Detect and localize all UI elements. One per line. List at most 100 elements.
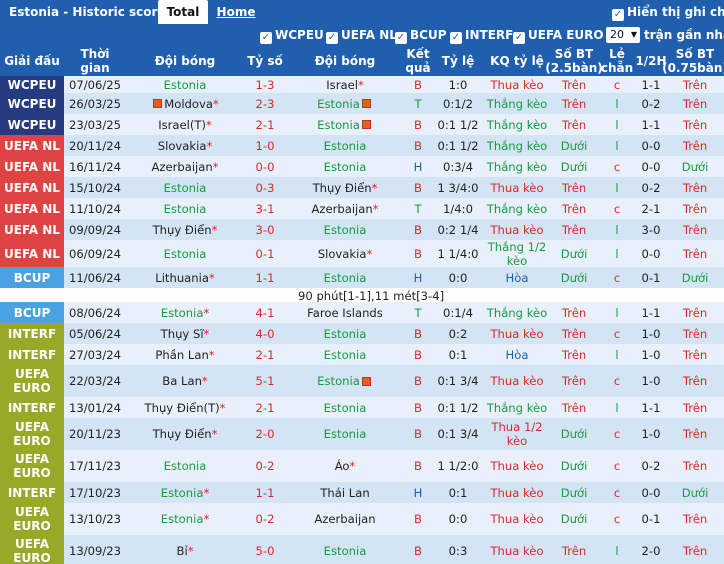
- away-team-cell[interactable]: Estonia: [286, 219, 404, 240]
- score-cell[interactable]: 0-2: [244, 503, 286, 535]
- table-row[interactable]: UEFA NL 06/09/24 Estonia 0-1 Slovakia * B 1 1/4…: [0, 240, 724, 268]
- score-cell[interactable]: 0-0: [244, 156, 286, 177]
- filter-interf[interactable]: ✓ INTERF: [450, 28, 513, 44]
- score-cell[interactable]: 2-1: [244, 114, 286, 135]
- odds-cell[interactable]: 0:2: [432, 323, 484, 344]
- home-team-cell[interactable]: Estonia: [126, 198, 244, 219]
- home-team-cell[interactable]: Estonia *: [126, 302, 244, 323]
- odds-cell[interactable]: 1 1/4:0: [432, 240, 484, 267]
- away-team-cell[interactable]: Estonia: [286, 365, 404, 397]
- home-team-cell[interactable]: Estonia *: [126, 503, 244, 535]
- odds-cell[interactable]: 0:3/4: [432, 156, 484, 177]
- table-row[interactable]: INTERF 13/01/24 Thụy Điển(T) * 2-1 Estonia B 0:…: [0, 397, 724, 418]
- table-row[interactable]: UEFA NL 09/09/24 Thụy Điển * 3-0 Estonia B 0:2 …: [0, 219, 724, 240]
- home-team-cell[interactable]: Estonia *: [126, 482, 244, 503]
- home-team-cell[interactable]: Slovakia *: [126, 135, 244, 156]
- odds-cell[interactable]: 1/4:0: [432, 198, 484, 219]
- odds-cell[interactable]: 0:1 1/2: [432, 397, 484, 418]
- table-row[interactable]: WCPEU 26/03/25 Moldova * 2-3 Estonia T 0:1/2 Thắ…: [0, 93, 724, 114]
- table-row[interactable]: UEFA EURO 22/03/24 Ba Lan * 5-1 Estonia B 0:1 3…: [0, 365, 724, 397]
- odds-cell[interactable]: 0:1/4: [432, 302, 484, 323]
- home-team-cell[interactable]: Estonia: [126, 450, 244, 482]
- score-cell[interactable]: 0-2: [244, 450, 286, 482]
- away-team-cell[interactable]: Estonia: [286, 535, 404, 564]
- checkbox-icon[interactable]: ✓: [513, 32, 525, 44]
- score-cell[interactable]: 5-0: [244, 535, 286, 564]
- home-team-cell[interactable]: Thụy Điển *: [126, 219, 244, 240]
- filter-uefa-euro[interactable]: ✓ UEFA EURO: [513, 28, 604, 44]
- score-cell[interactable]: 2-1: [244, 397, 286, 418]
- odds-cell[interactable]: 0:3: [432, 535, 484, 564]
- score-cell[interactable]: 4-1: [244, 302, 286, 323]
- table-row[interactable]: UEFA EURO 13/10/23 Estonia * 0-2 Azerbaijan B 0…: [0, 503, 724, 535]
- table-row[interactable]: UEFA NL 15/10/24 Estonia 0-3 Thụy Điển * B 1 3/…: [0, 177, 724, 198]
- score-cell[interactable]: 2-0: [244, 418, 286, 450]
- home-team-cell[interactable]: Ba Lan *: [126, 365, 244, 397]
- table-row[interactable]: INTERF 17/10/23 Estonia * 1-1 Thái Lan H 0:1 Thu…: [0, 482, 724, 503]
- home-team-cell[interactable]: Thụy Sĩ *: [126, 323, 244, 344]
- score-cell[interactable]: 3-0: [244, 219, 286, 240]
- away-team-cell[interactable]: Estonia: [286, 323, 404, 344]
- away-team-cell[interactable]: Estonia: [286, 135, 404, 156]
- checkbox-icon[interactable]: ✓: [395, 32, 407, 44]
- filter-bcup[interactable]: ✓ BCUP: [395, 28, 447, 44]
- home-team-cell[interactable]: Azerbaijan *: [126, 156, 244, 177]
- score-cell[interactable]: 1-3: [244, 76, 286, 93]
- checkbox-icon[interactable]: ✓: [612, 9, 624, 21]
- away-team-cell[interactable]: Estonia: [286, 418, 404, 450]
- home-team-cell[interactable]: Israel(T) *: [126, 114, 244, 135]
- table-row[interactable]: BCUP 08/06/24 Estonia * 4-1 Faroe Islands T 0:1…: [0, 302, 724, 323]
- checkbox-icon[interactable]: ✓: [326, 32, 338, 44]
- away-team-cell[interactable]: Thụy Điển *: [286, 177, 404, 198]
- table-row[interactable]: INTERF 27/03/24 Phần Lan * 2-1 Estonia B 0:1 Hòa…: [0, 344, 724, 365]
- away-team-cell[interactable]: Estonia: [286, 267, 404, 288]
- home-team-cell[interactable]: Bỉ *: [126, 535, 244, 564]
- away-team-cell[interactable]: Estonia: [286, 156, 404, 177]
- match-count-select[interactable]: 20 ▼: [606, 27, 640, 43]
- odds-cell[interactable]: 0:1 3/4: [432, 365, 484, 397]
- filter-wcpeu[interactable]: ✓ WCPEU: [260, 28, 324, 44]
- table-row[interactable]: UEFA EURO 13/09/23 Bỉ * 5-0 Estonia B 0:3 Thua k…: [0, 535, 724, 564]
- odds-cell[interactable]: 1 1/2:0: [432, 450, 484, 482]
- odds-cell[interactable]: 0:1 3/4: [432, 418, 484, 450]
- table-row[interactable]: UEFA NL 20/11/24 Slovakia * 1-0 Estonia B 0:1 1…: [0, 135, 724, 156]
- checkbox-icon[interactable]: ✓: [260, 32, 272, 44]
- table-row[interactable]: UEFA EURO 20/11/23 Thụy Điển * 2-0 Estonia B 0:…: [0, 418, 724, 450]
- home-team-cell[interactable]: Estonia: [126, 240, 244, 267]
- filter-uefa-nl[interactable]: ✓ UEFA NL: [326, 28, 397, 44]
- checkbox-icon[interactable]: ✓: [450, 32, 462, 44]
- home-team-cell[interactable]: Estonia: [126, 177, 244, 198]
- odds-cell[interactable]: 1:0: [432, 76, 484, 93]
- away-team-cell[interactable]: Azerbaijan *: [286, 198, 404, 219]
- odds-cell[interactable]: 0:1/2: [432, 93, 484, 114]
- score-cell[interactable]: 3-1: [244, 198, 286, 219]
- away-team-cell[interactable]: Israel *: [286, 76, 404, 93]
- table-row[interactable]: WCPEU 23/03/25 Israel(T) * 2-1 Estonia B 0:1 1/…: [0, 114, 724, 135]
- table-row[interactable]: BCUP 11/06/24 Lithuania * 1-1 Estonia H 0:0 Hòa D…: [0, 267, 724, 288]
- away-team-cell[interactable]: Slovakia *: [286, 240, 404, 267]
- away-team-cell[interactable]: Estonia: [286, 397, 404, 418]
- away-team-cell[interactable]: Áo *: [286, 450, 404, 482]
- home-team-cell[interactable]: Moldova *: [126, 93, 244, 114]
- away-team-cell[interactable]: Faroe Islands: [286, 302, 404, 323]
- tab-home[interactable]: Home: [216, 0, 256, 24]
- odds-cell[interactable]: 0:1 1/2: [432, 135, 484, 156]
- home-team-cell[interactable]: Thụy Điển(T) *: [126, 397, 244, 418]
- score-cell[interactable]: 2-1: [244, 344, 286, 365]
- away-team-cell[interactable]: Estonia: [286, 344, 404, 365]
- score-cell[interactable]: 2-3: [244, 93, 286, 114]
- home-team-cell[interactable]: Lithuania *: [126, 267, 244, 288]
- table-row[interactable]: WCPEU 07/06/25 Estonia 1-3 Israel * B 1:0 Thua k…: [0, 76, 724, 93]
- away-team-cell[interactable]: Azerbaijan: [286, 503, 404, 535]
- table-row[interactable]: UEFA NL 11/10/24 Estonia 3-1 Azerbaijan * T 1/4…: [0, 198, 724, 219]
- home-team-cell[interactable]: Phần Lan *: [126, 344, 244, 365]
- away-team-cell[interactable]: Estonia: [286, 114, 404, 135]
- score-cell[interactable]: 0-3: [244, 177, 286, 198]
- odds-cell[interactable]: 0:0: [432, 267, 484, 288]
- odds-cell[interactable]: 1 3/4:0: [432, 177, 484, 198]
- away-team-cell[interactable]: Estonia: [286, 93, 404, 114]
- score-cell[interactable]: 0-1: [244, 240, 286, 267]
- odds-cell[interactable]: 0:0: [432, 503, 484, 535]
- score-cell[interactable]: 1-0: [244, 135, 286, 156]
- score-cell[interactable]: 4-0: [244, 323, 286, 344]
